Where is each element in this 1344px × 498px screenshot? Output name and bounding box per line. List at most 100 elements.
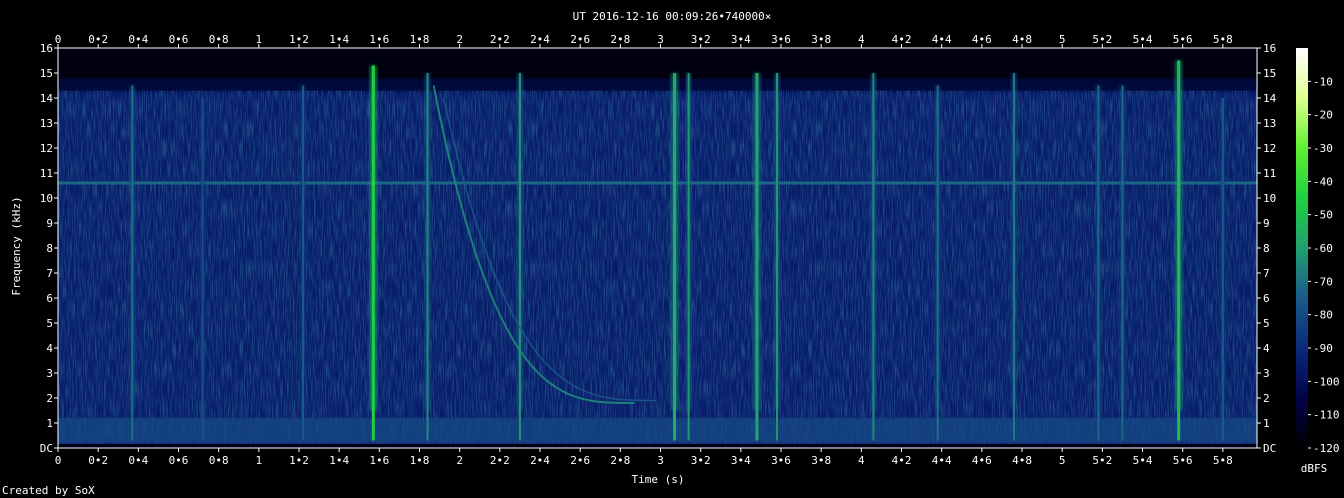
colorbar-tick-label: -40 [1313, 175, 1333, 188]
broadband-event [201, 98, 204, 441]
y-tick-label-left: DC [40, 442, 53, 455]
broadband-event [936, 85, 939, 441]
y-tick-label-left: 5 [46, 317, 53, 330]
x-tick-label-top: 1 [256, 33, 263, 46]
colorbar-tick-label: -100 [1313, 375, 1340, 388]
x-tick-label-bottom: 2 [456, 454, 463, 467]
colorbar-tick-label: -60 [1313, 242, 1333, 255]
broadband-event [518, 73, 521, 441]
colorbar-tick-label: -10 [1313, 75, 1333, 88]
broadband-event [1012, 73, 1015, 441]
x-axis-top: 0 0•2 0•4 0•6 0•8 1 1•2 1•4 1•6 1•8 2 2•2 2•4 2•6 2•8 3… [55, 33, 1233, 48]
x-tick-label-top: 0•4 [128, 33, 148, 46]
y-tick-label-left: 9 [46, 217, 53, 230]
colorbar-tick-label: -120 [1313, 442, 1340, 455]
x-tick-label-bottom: 0•2 [88, 454, 108, 467]
broadband-event [1121, 85, 1124, 441]
x-tick-label-bottom: 4•8 [1012, 454, 1032, 467]
y-tick-label-left: 12 [40, 142, 53, 155]
horizontal-tone [58, 181, 1257, 185]
y-tick-label-left: 1 [46, 417, 53, 430]
y-tick-label-right: 10 [1263, 192, 1276, 205]
y-tick-label-left: 8 [46, 242, 53, 255]
x-tick-label-bottom: 5•2 [1092, 454, 1112, 467]
y-tick-label-left: 6 [46, 292, 53, 305]
colorbar-tick-label: -50 [1313, 209, 1333, 222]
y-tick-label-right: 12 [1263, 142, 1276, 155]
x-tick-label-top: 4•2 [892, 33, 912, 46]
y-tick-label-right: 6 [1263, 292, 1270, 305]
broadband-event [872, 73, 875, 441]
y-axis-left: DC12345678910111213141516 [40, 42, 58, 455]
broadband-event [1177, 60, 1181, 441]
broadband-event [755, 73, 759, 441]
y-tick-label-left: 2 [46, 392, 53, 405]
x-tick-label-top: 4•4 [932, 33, 952, 46]
colorbar: -10 -20 -30 -40 -50 -60 -70 -80 -90 -100 -110 -120 [1296, 48, 1340, 455]
x-tick-label-bottom: 4•4 [932, 454, 952, 467]
x-tick-label-bottom: 3 [657, 454, 664, 467]
x-tick-label-top: 5•6 [1173, 33, 1193, 46]
noise-texture [58, 90, 1257, 448]
spectrogram-chart: UT 2016-12-16 00:09:26•740000× 0 0•2 0•4 0•… [2, 10, 1340, 497]
x-tick-label-bottom: 2•2 [490, 454, 510, 467]
y-tick-label-right: 3 [1263, 367, 1270, 380]
y-tick-label-right: 14 [1263, 92, 1277, 105]
x-tick-label-bottom: 0•6 [169, 454, 189, 467]
x-tick-label-top: 5•8 [1213, 33, 1233, 46]
y-tick-label-left: 4 [46, 342, 53, 355]
x-tick-label-top: 4 [858, 33, 865, 46]
chart-title: UT 2016-12-16 00:09:26•740000× [573, 10, 772, 23]
y-tick-label-left: 15 [40, 67, 53, 80]
broadband-event [1221, 98, 1224, 441]
x-tick-label-bottom: 2•6 [570, 454, 590, 467]
x-tick-label-bottom: 3•4 [731, 454, 751, 467]
x-tick-label-top: 5•4 [1133, 33, 1153, 46]
broadband-event [131, 85, 134, 441]
y-tick-label-right: 16 [1263, 42, 1276, 55]
x-tick-label-top: 4•8 [1012, 33, 1032, 46]
x-tick-label-bottom: 5•4 [1133, 454, 1153, 467]
x-tick-label-top: 1•2 [289, 33, 309, 46]
x-tick-label-bottom: 2•8 [610, 454, 630, 467]
y-tick-label-left: 7 [46, 267, 53, 280]
x-tick-label-bottom: 5•6 [1173, 454, 1193, 467]
y-axis-right: DC12345678910111213141516 [1257, 42, 1277, 455]
colorbar-tick-label: -30 [1313, 142, 1333, 155]
x-tick-label-top: 4•6 [972, 33, 992, 46]
spectrogram-plot-area [57, 47, 1258, 449]
x-tick-label-top: 0 [55, 33, 62, 46]
x-tick-label-bottom: 1•4 [329, 454, 349, 467]
y-tick-label-left: 13 [40, 117, 53, 130]
x-tick-label-top: 3•2 [691, 33, 711, 46]
x-tick-label-bottom: 3•6 [771, 454, 791, 467]
x-tick-label-top: 3•4 [731, 33, 751, 46]
x-tick-label-top: 2 [456, 33, 463, 46]
y-tick-label-left: 16 [40, 42, 53, 55]
noise-floor-edge [58, 78, 1257, 93]
y-tick-label-right: 13 [1263, 117, 1276, 130]
broadband-event [371, 65, 375, 441]
x-tick-label-top: 0•8 [209, 33, 229, 46]
y-tick-label-left: 10 [40, 192, 53, 205]
y-tick-label-right: 1 [1263, 417, 1270, 430]
dc-strip [58, 444, 1257, 448]
x-tick-label-top: 0•2 [88, 33, 108, 46]
y-tick-label-right: 4 [1263, 342, 1270, 355]
y-tick-label-left: 11 [40, 167, 53, 180]
x-tick-label-bottom: 1•8 [410, 454, 430, 467]
x-tick-label-bottom: 1 [256, 454, 263, 467]
broadband-event [302, 85, 305, 441]
x-tick-label-top: 1•8 [410, 33, 430, 46]
y-tick-label-left: 14 [40, 92, 54, 105]
broadband-event [426, 73, 429, 441]
x-tick-label-bottom: 4•6 [972, 454, 992, 467]
colorbar-tick-label: -80 [1313, 309, 1333, 322]
x-tick-label-bottom: 0•8 [209, 454, 229, 467]
x-tick-label-top: 2•8 [610, 33, 630, 46]
broadband-event [687, 73, 690, 441]
low-frequency-band [58, 418, 1257, 443]
y-tick-label-left: 3 [46, 367, 53, 380]
y-tick-label-right: 11 [1263, 167, 1276, 180]
x-tick-label-bottom: 4 [858, 454, 865, 467]
